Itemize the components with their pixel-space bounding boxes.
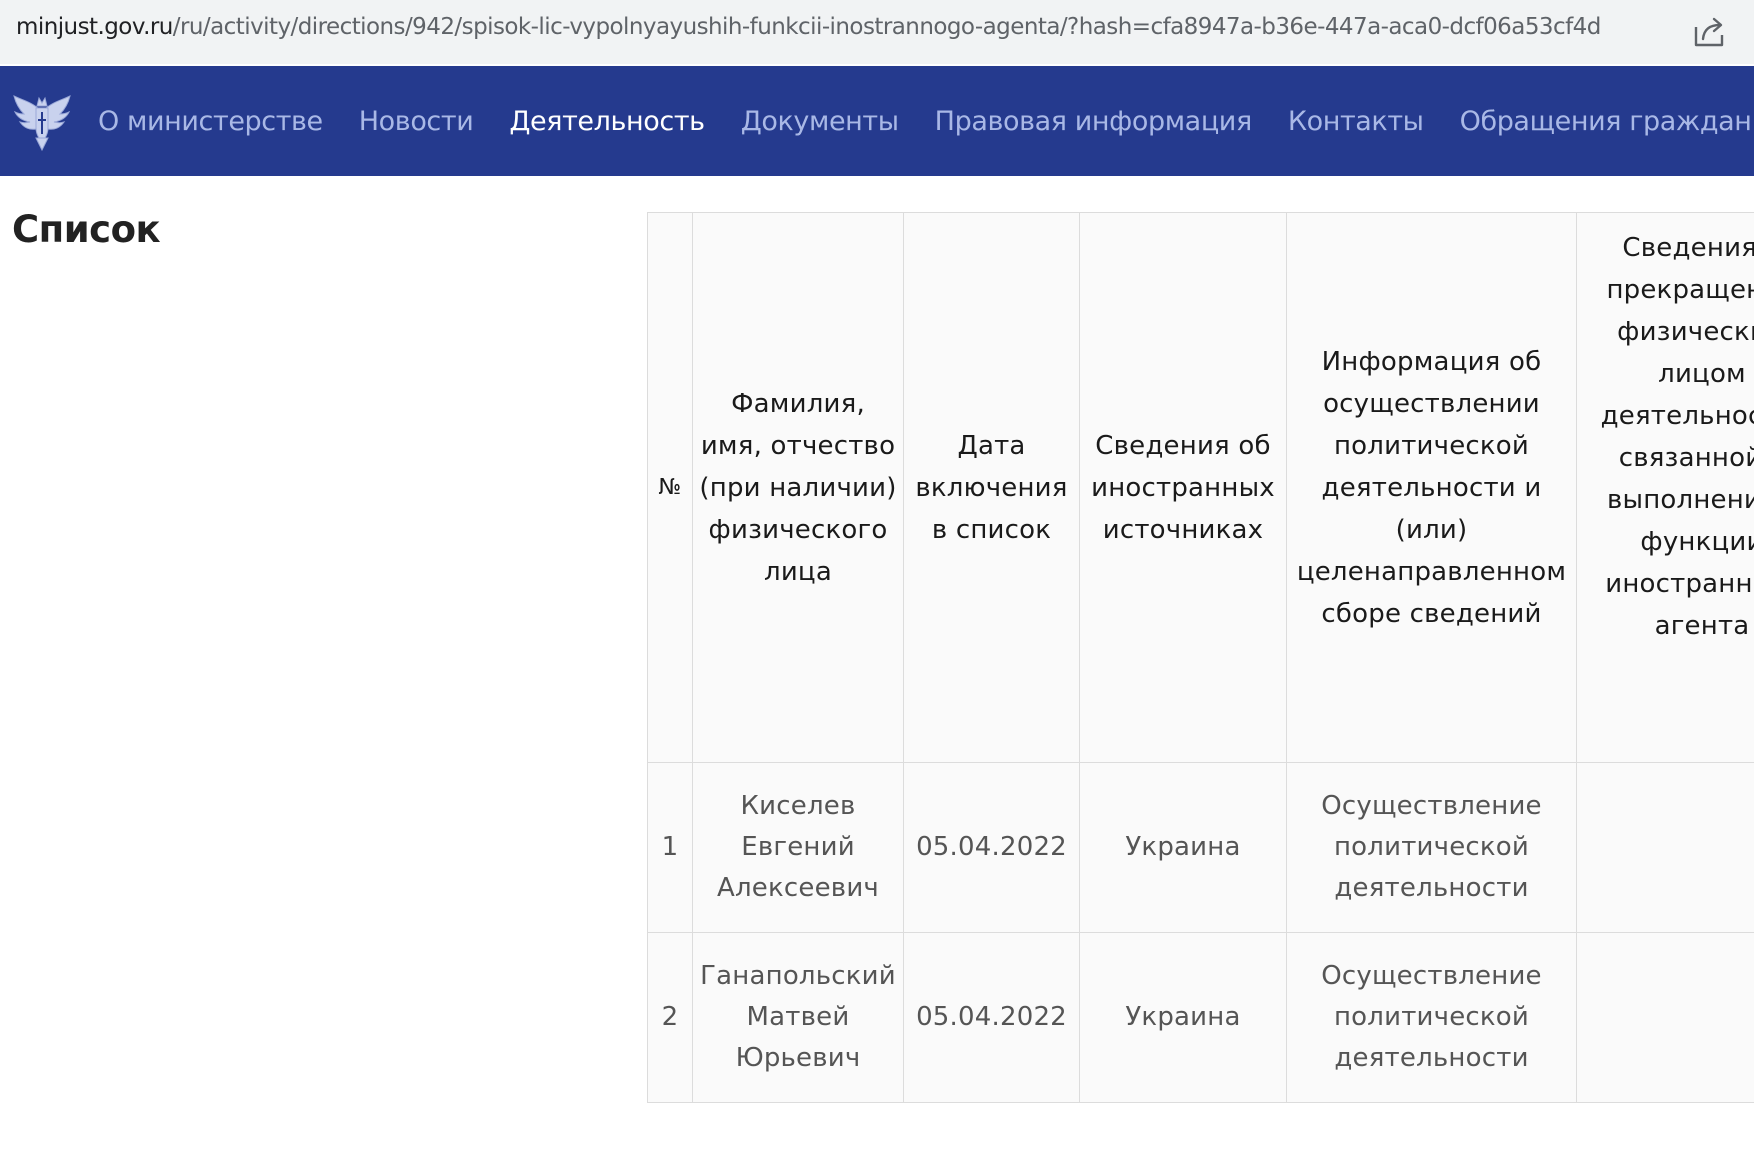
cell-activity: Осуществление политической деятельности	[1286, 932, 1577, 1103]
main-nav: О министерстве Новости Деятельность Доку…	[0, 66, 1754, 176]
col-header-name: Фамилия, имя, отчество (при наличии) физ…	[692, 212, 904, 763]
nav-item-documents[interactable]: Документы	[741, 106, 899, 137]
page-title: Список	[12, 208, 161, 251]
cell-activity: Осуществление политической деятельности	[1286, 762, 1577, 933]
nav-item-contacts[interactable]: Контакты	[1288, 106, 1424, 137]
url-text[interactable]: minjust.gov.ru/ru/activity/directions/94…	[16, 14, 1676, 40]
col-header-sources: Сведения об иностранных источниках	[1079, 212, 1287, 763]
share-icon[interactable]	[1692, 15, 1728, 49]
cell-number: 1	[647, 762, 693, 933]
emblem-icon[interactable]	[10, 88, 74, 152]
nav-item-appeals[interactable]: Обращения граждан	[1460, 106, 1752, 137]
cell-source: Украина	[1079, 932, 1287, 1103]
col-header-number: №	[647, 212, 693, 763]
col-header-termination: Сведения о прекращении физическим лицом …	[1576, 212, 1754, 763]
nav-item-about[interactable]: О министерстве	[98, 106, 323, 137]
foreign-agents-table: № Фамилия, имя, отчество (при наличии) ф…	[647, 212, 1754, 1103]
nav-item-activity[interactable]: Деятельность	[509, 106, 705, 137]
nav-item-news[interactable]: Новости	[359, 106, 474, 137]
address-bar[interactable]: minjust.gov.ru/ru/activity/directions/94…	[0, 0, 1754, 64]
cell-date: 05.04.2022	[903, 932, 1080, 1103]
cell-termination	[1576, 762, 1754, 933]
url-host: minjust.gov.ru	[16, 14, 173, 40]
nav-items: О министерстве Новости Деятельность Доку…	[98, 66, 1752, 176]
table-row: 1 Киселев Евгений Алексеевич 05.04.2022 …	[647, 762, 1754, 933]
col-header-activity: Информация об осуществлении политической…	[1286, 212, 1577, 763]
cell-termination	[1576, 932, 1754, 1103]
cell-date: 05.04.2022	[903, 762, 1080, 933]
cell-number: 2	[647, 932, 693, 1103]
col-header-date: Дата включения в список	[903, 212, 1080, 763]
table-row: 2 Ганапольский Матвей Юрьевич 05.04.2022…	[647, 932, 1754, 1103]
cell-name: Ганапольский Матвей Юрьевич	[692, 932, 904, 1103]
nav-item-legal-info[interactable]: Правовая информация	[935, 106, 1253, 137]
url-path: /ru/activity/directions/942/spisok-lic-v…	[172, 14, 1602, 40]
cell-source: Украина	[1079, 762, 1287, 933]
table-header-row: № Фамилия, имя, отчество (при наличии) ф…	[647, 212, 1754, 763]
table-container[interactable]: № Фамилия, имя, отчество (при наличии) ф…	[647, 212, 1754, 1105]
cell-name: Киселев Евгений Алексеевич	[692, 762, 904, 933]
